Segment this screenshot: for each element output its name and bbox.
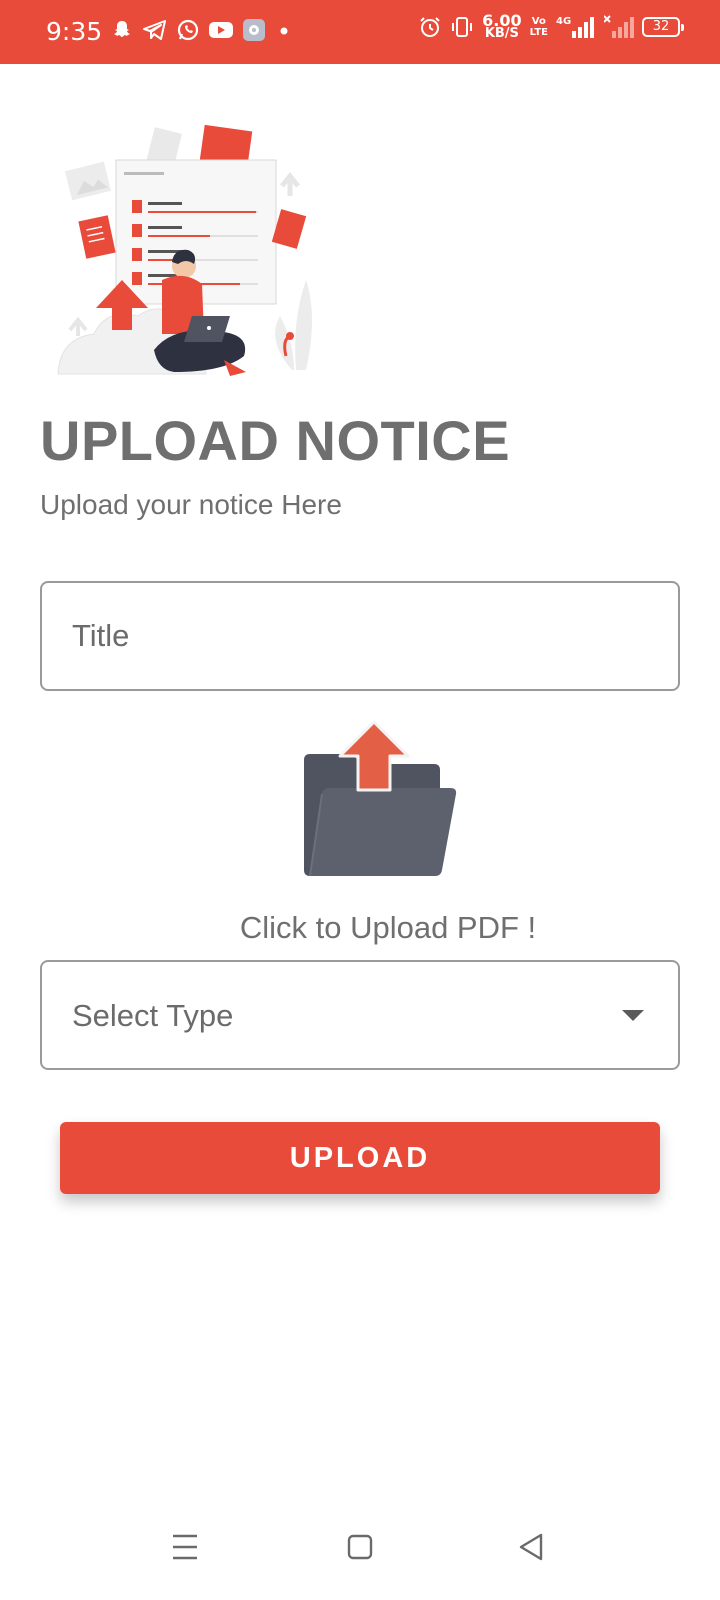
battery-level: 32 [652,19,670,34]
volte-bottom: LTE [529,27,548,38]
battery-icon: 32 [642,17,684,37]
type-select-value: Select Type [72,998,234,1033]
network-speed: 6.00 KB/S [482,13,521,41]
status-time: 9:35 [46,17,103,46]
dropdown-arrow-icon [622,1010,644,1021]
type-select[interactable]: Select Type [40,960,680,1070]
title-field [40,581,680,691]
system-status-icons: 6.00 KB/S Vo LTE 4G 32 [418,13,684,41]
network-speed-unit: KB/S [484,26,519,41]
menu-icon[interactable] [172,1532,198,1562]
upload-pdf-label: Click to Upload PDF ! [239,910,537,945]
status-bar: 9:35 6.00 KB/S Vo LTE 4G 32 [0,0,720,64]
hero-illustration [54,120,324,390]
title-input[interactable] [42,583,678,689]
settings-app-icon [242,18,266,42]
vibrate-icon [450,15,474,39]
snapchat-icon [110,18,134,42]
volte-indicator: Vo LTE [530,16,548,38]
dot-icon [274,18,294,42]
back-icon[interactable] [518,1532,544,1562]
signal-off-icon [604,14,634,40]
upload-button[interactable]: UPLOAD [60,1122,660,1194]
upload-pdf-button[interactable]: Click to Upload PDF ! [40,720,680,950]
network-type: 4G [556,16,571,27]
alarm-icon [418,15,442,39]
folder-upload-icon[interactable] [300,720,460,880]
home-icon[interactable] [347,1532,373,1562]
signal-icon: 4G [556,14,596,40]
youtube-icon [208,19,234,41]
page-subtitle: Upload your notice Here [40,489,342,520]
notification-icons [110,18,294,42]
telegram-icon [142,18,168,42]
page-title: UPLOAD NOTICE [40,409,511,472]
whatsapp-icon [176,18,200,42]
navigation-bar [0,1510,720,1600]
volte-top: Vo [531,16,546,27]
